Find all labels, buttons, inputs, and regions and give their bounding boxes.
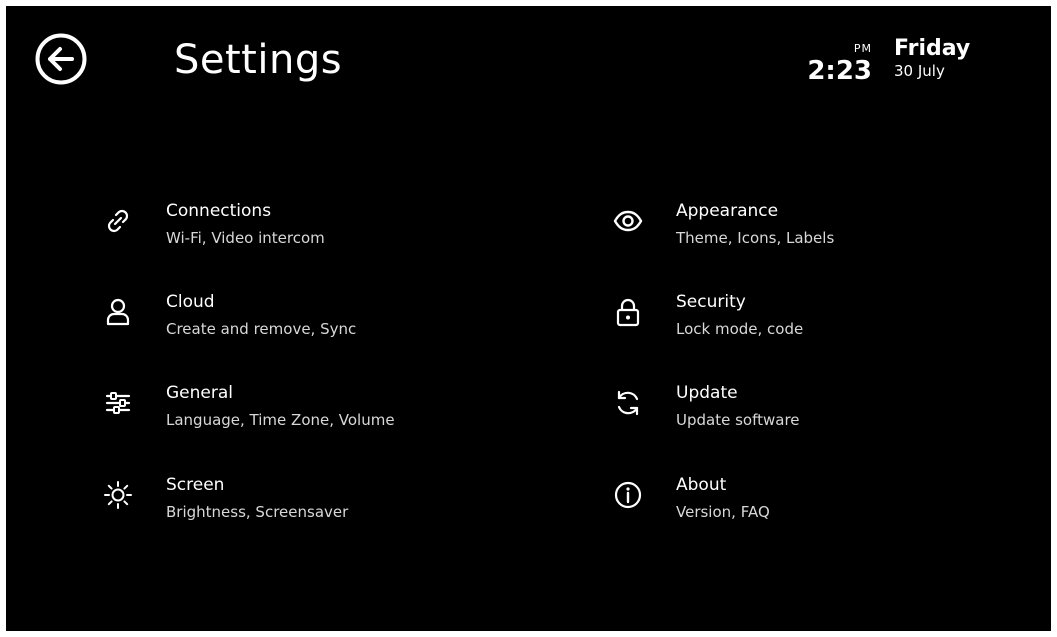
menu-item-label: About: [676, 475, 727, 495]
menu-item-desc: Lock mode, code: [676, 320, 804, 338]
clock-time: 2:23: [807, 56, 872, 86]
page-title: Settings: [174, 37, 343, 83]
lock-icon: [612, 296, 644, 328]
menu-item-label: Screen: [166, 475, 225, 495]
menu-item-desc: Theme, Icons, Labels: [676, 229, 835, 247]
clock-ampm: PM: [853, 42, 872, 55]
menu-item-desc: Version, FAQ: [676, 503, 770, 521]
menu-item-desc: Create and remove, Sync: [166, 320, 357, 338]
day-month: 30 July: [894, 62, 945, 80]
info-icon: [612, 479, 644, 511]
menu-item-label: Security: [676, 292, 746, 312]
refresh-icon: [612, 387, 644, 419]
user-icon: [102, 296, 134, 328]
menu-item-desc: Update software: [676, 411, 800, 429]
menu-item-label: Appearance: [676, 201, 779, 221]
sliders-icon: [102, 387, 134, 419]
menu-item-desc: Language, Time Zone, Volume: [166, 411, 395, 429]
back-button[interactable]: [34, 32, 88, 86]
menu-item-desc: Brightness, Screensaver: [166, 503, 349, 521]
menu-item-desc: Wi-Fi, Video intercom: [166, 229, 325, 247]
back-arrow-circle-icon: [35, 33, 87, 85]
menu-item-label: Cloud: [166, 292, 215, 312]
clock: PM 2:23: [786, 40, 872, 92]
link-icon: [102, 205, 134, 237]
sun-icon: [102, 479, 134, 511]
menu-item-label: Update: [676, 383, 738, 403]
eye-icon: [612, 205, 644, 237]
weekday: Friday: [894, 36, 971, 61]
menu-item-label: General: [166, 383, 233, 403]
menu-item-label: Connections: [166, 201, 272, 221]
settings-screen: Settings PM 2:23 Friday 30 July Connecti…: [6, 6, 1051, 631]
date-display: Friday 30 July: [894, 36, 970, 80]
